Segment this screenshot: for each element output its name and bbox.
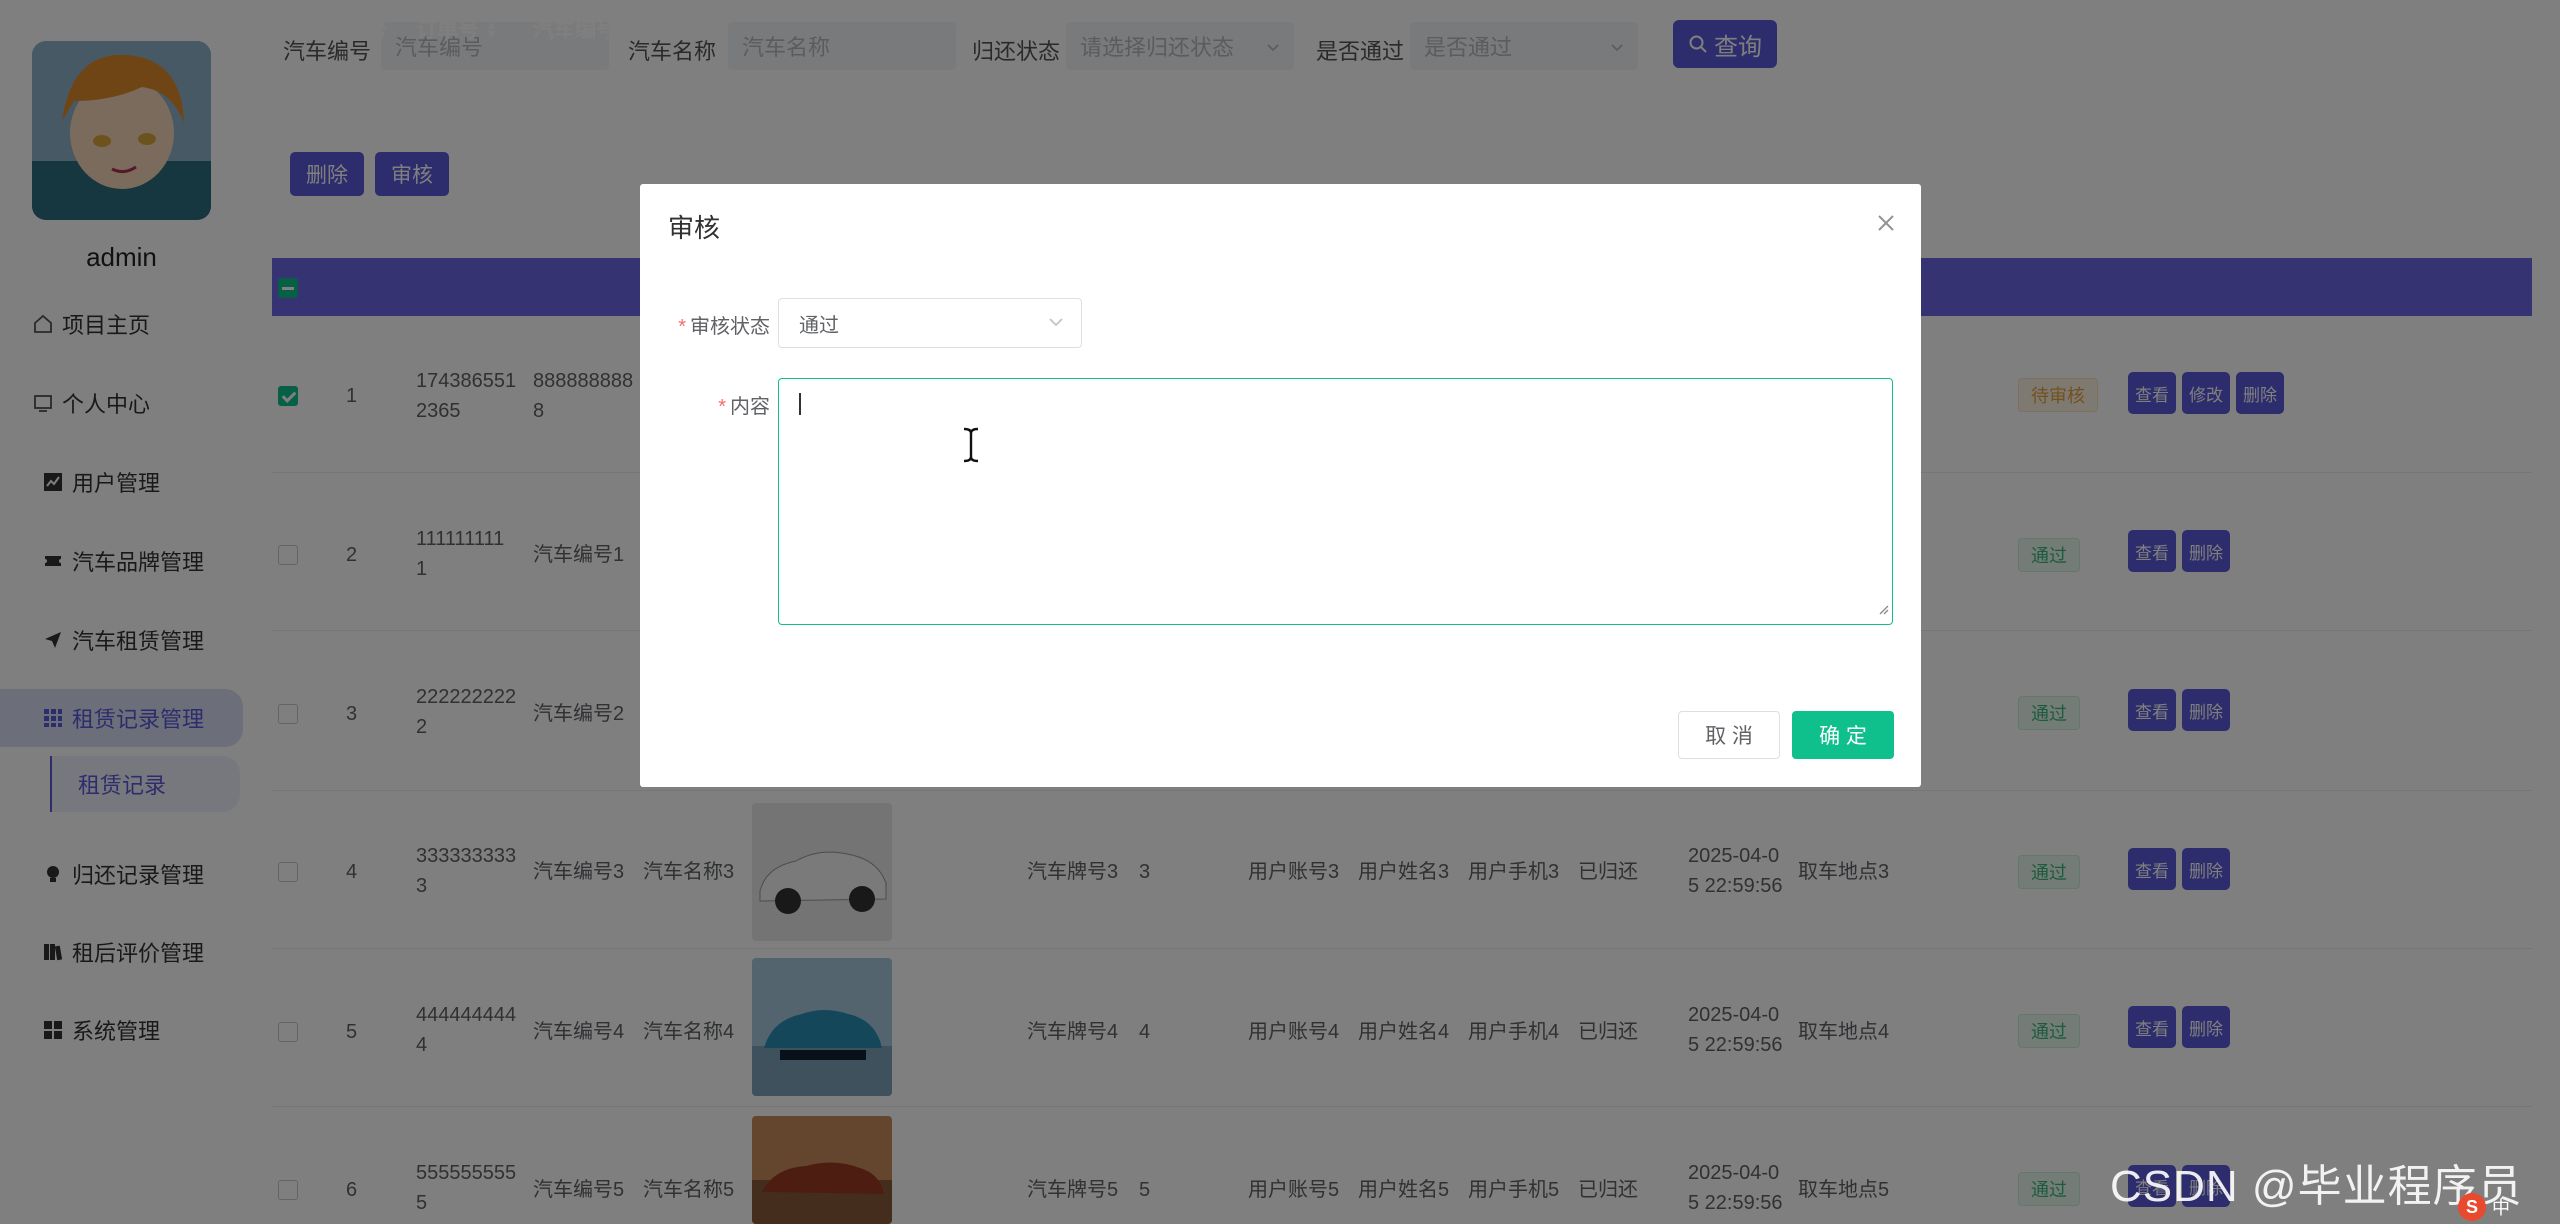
sogou-logo-icon: S (2458, 1193, 2486, 1221)
ibeam-cursor-icon (960, 427, 982, 469)
status-label: * 审核状态 (678, 316, 770, 338)
status-label-text: 审核状态 (690, 316, 770, 338)
text-caret (799, 393, 801, 415)
ime-label: 中 (2492, 1198, 2510, 1218)
content-label: * 内容 (718, 396, 770, 418)
dialog-title: 审核 (668, 213, 721, 243)
resize-handle-icon[interactable] (1877, 597, 1889, 621)
ime-logo-text: S (2465, 1196, 2478, 1217)
ime-indicator[interactable]: S 中 (2458, 1192, 2554, 1222)
content-textarea[interactable] (778, 378, 1893, 625)
confirm-button[interactable]: 确 定 (1792, 711, 1894, 759)
audit-dialog: 审核 * 审核状态 通过 * 内容 取 消 确 定 (640, 184, 1921, 787)
chevron-down-icon (1047, 313, 1065, 337)
audit-status-select[interactable]: 通过 (778, 298, 1082, 348)
close-icon[interactable] (1873, 210, 1899, 236)
content-label-text: 内容 (730, 396, 770, 418)
audit-status-value: 通过 (799, 314, 839, 337)
cancel-button[interactable]: 取 消 (1678, 711, 1780, 759)
